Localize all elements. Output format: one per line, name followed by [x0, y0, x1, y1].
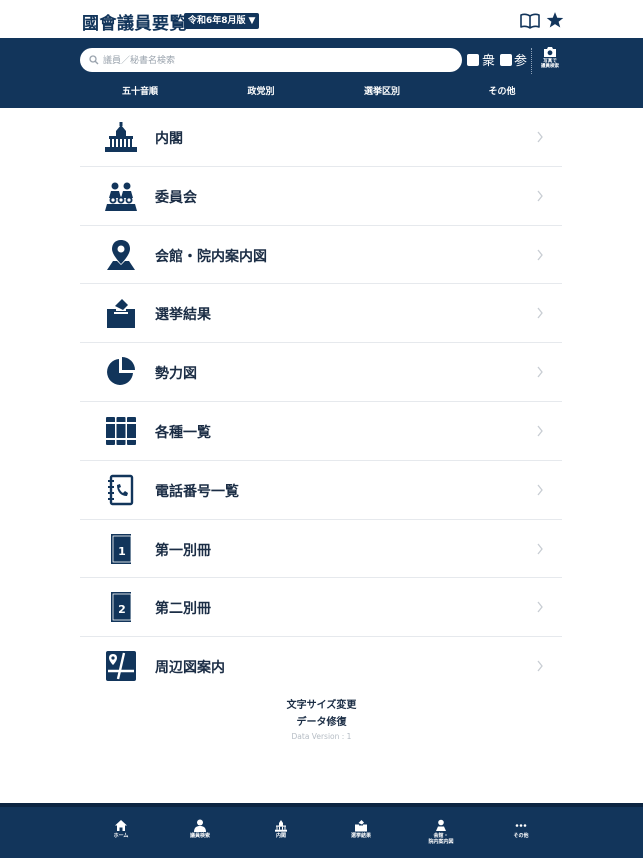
menu-item-cabinet[interactable]: 内閣: [80, 108, 562, 167]
home-icon: [115, 820, 127, 831]
bottom-nav-other[interactable]: その他: [491, 819, 551, 840]
menu-item-label: 電話番号一覧: [155, 483, 239, 500]
menu-item-label: 選挙結果: [155, 307, 211, 324]
menu-item-label: 委員会: [155, 189, 197, 206]
search-icon: [89, 55, 99, 65]
search-input[interactable]: 議員／秘書名検索: [80, 48, 462, 72]
bottom-nav-building-guide[interactable]: 会館・ 院内案内図: [411, 819, 471, 845]
chevron-right-icon: [537, 307, 543, 319]
search-placeholder: 議員／秘書名検索: [103, 56, 176, 66]
chevron-right-icon: [537, 484, 543, 496]
bottom-nav-home[interactable]: ホーム: [91, 819, 151, 840]
tab-district[interactable]: 選挙区別: [364, 84, 400, 97]
menu-item-supplement-2[interactable]: 2 第二別冊: [80, 578, 562, 638]
member-search-icon: [194, 819, 206, 832]
menu-item-label: 内閣: [155, 131, 183, 147]
menu-item-power-chart[interactable]: 勢力図: [80, 343, 562, 402]
chevron-right-icon: [537, 543, 543, 554]
data-version: Data Version : 1: [291, 732, 352, 741]
book-1-icon: 1: [111, 533, 132, 564]
diet-building-icon: [105, 122, 137, 152]
menu-item-label: 各種一覧: [155, 424, 211, 441]
binders-icon: [106, 416, 136, 445]
camera-icon: [544, 47, 556, 57]
house-rep-label: 衆: [482, 54, 496, 69]
menu-item-label: 周辺図案内: [155, 660, 225, 677]
bottom-nav-label: その他: [513, 833, 529, 839]
menu-item-phone-list[interactable]: 電話番号一覧: [80, 461, 562, 520]
book-2-icon: 2: [111, 592, 132, 623]
chevron-right-icon: [537, 660, 543, 672]
phone-book-icon: [108, 474, 134, 505]
ballot-box-icon: [355, 820, 367, 832]
bottom-nav-label: 会館・ 院内案内図: [428, 833, 454, 845]
top-bar: 國會議員要覧 令和6年8月版 ▼: [0, 0, 643, 38]
councillors-label: 参: [514, 54, 528, 69]
map-icon: [106, 651, 136, 682]
menu-item-building-guide[interactable]: 会館・院内案内図: [80, 226, 562, 285]
sort-tabs: 五十音順 政党別 選挙区別 その他: [80, 80, 562, 100]
chevron-right-icon: [537, 425, 543, 437]
chevron-right-icon: [537, 601, 543, 613]
menu-item-various-lists[interactable]: 各種一覧: [80, 402, 562, 461]
chevron-right-icon: [537, 131, 543, 143]
chevron-right-icon: [537, 366, 543, 378]
bottom-nav-label: 選挙結果: [350, 833, 371, 839]
menu-item-label: 第一別冊: [155, 542, 211, 559]
more-icon: [515, 824, 527, 827]
tab-other[interactable]: その他: [488, 84, 515, 97]
caret-down-icon: ▼: [248, 16, 256, 26]
photo-search-label: 写真で 議員検索: [541, 59, 559, 69]
ballot-box-icon: [107, 299, 135, 329]
font-size-link[interactable]: 文字サイズ変更: [0, 697, 643, 714]
house-rep-checkbox[interactable]: [467, 54, 479, 66]
main-menu: 内閣 委員会 会館・院内案内図 選挙結果 勢力図 各種一覧 電話番号一覧 1 第…: [80, 108, 562, 696]
pie-chart-icon: [107, 357, 135, 386]
councillors-checkbox[interactable]: [500, 54, 512, 66]
search-nav-band: 議員／秘書名検索 衆 参 写真で 議員検索 五十音順 政党別 選挙区別 その他: [0, 38, 643, 108]
photo-search-button[interactable]: 写真で 議員検索: [537, 46, 563, 76]
bottom-nav-label: ホーム: [113, 833, 129, 839]
star-icon[interactable]: [546, 11, 564, 29]
svg-text:1: 1: [118, 545, 126, 558]
divider: [531, 48, 532, 74]
data-repair-link[interactable]: データ修復: [0, 714, 643, 731]
chevron-right-icon: [537, 190, 543, 202]
bottom-nav-label: 議員検索: [189, 833, 210, 839]
edition-selector[interactable]: 令和6年8月版 ▼: [184, 13, 260, 29]
menu-item-label: 第二別冊: [155, 601, 211, 618]
menu-item-supplement-1[interactable]: 1 第一別冊: [80, 520, 562, 579]
bottom-nav: ホーム 議員検索 内閣 選挙結果 会館・ 院内案内図 その他: [0, 803, 643, 858]
location-person-icon: [436, 819, 446, 831]
footer-links: 文字サイズ変更 データ修復 Data Version : 1: [0, 697, 643, 741]
edition-label: 令和6年8月版: [188, 16, 246, 26]
app-title: 國會議員要覧: [82, 14, 187, 34]
diet-building-icon: [275, 820, 287, 832]
chevron-right-icon: [537, 249, 543, 260]
tab-gojuon[interactable]: 五十音順: [122, 84, 158, 97]
bottom-nav-election-results[interactable]: 選挙結果: [331, 819, 391, 840]
menu-item-label: 会館・院内案内図: [155, 248, 267, 265]
committee-icon: [105, 182, 137, 211]
menu-item-label: 勢力図: [155, 366, 197, 383]
menu-item-election-results[interactable]: 選挙結果: [80, 284, 562, 344]
svg-text:2: 2: [118, 603, 126, 616]
bottom-nav-cabinet[interactable]: 内閣: [251, 819, 311, 840]
location-pin-icon: [107, 239, 135, 270]
bottom-nav-label: 内閣: [275, 833, 286, 839]
tab-party[interactable]: 政党別: [247, 84, 274, 97]
menu-item-area-map[interactable]: 周辺図案内: [80, 637, 562, 696]
menu-item-committee[interactable]: 委員会: [80, 167, 562, 226]
open-book-icon[interactable]: [520, 13, 540, 29]
bottom-nav-member-search[interactable]: 議員検索: [170, 819, 230, 840]
